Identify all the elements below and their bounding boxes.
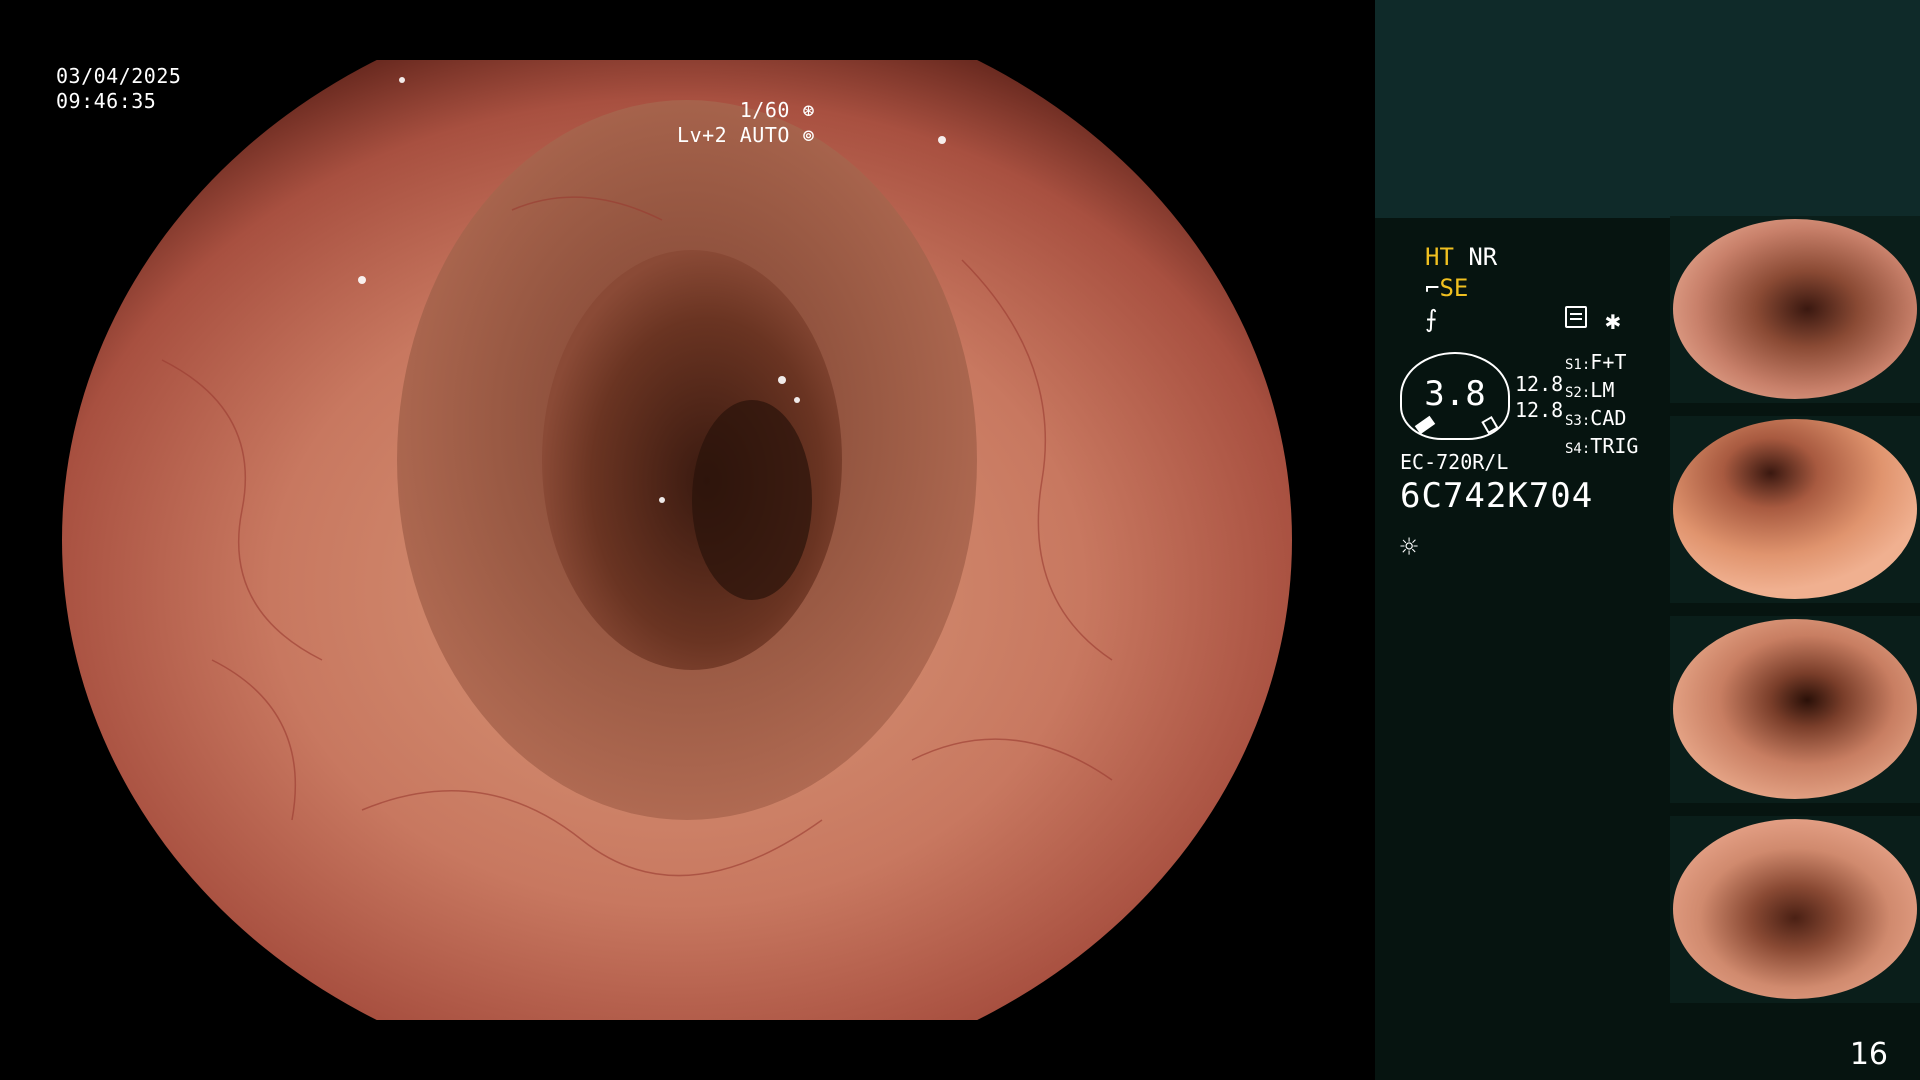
star-icon: ✱ [1605, 306, 1621, 336]
gauge-number-2: 12.8 [1515, 398, 1564, 422]
light-icon: ☼ [1400, 530, 1419, 565]
shutter-text: 1/60 ⊛ [739, 98, 815, 122]
thumbnail-1[interactable] [1670, 216, 1920, 403]
thumbnail-3[interactable] [1670, 616, 1920, 803]
scope-model: EC-720R/L [1400, 450, 1509, 474]
scope-icon: ⌐ [1425, 274, 1440, 302]
scope-setting-s1: S1:F+T [1565, 350, 1627, 374]
thumbnail-2[interactable] [1670, 416, 1920, 603]
endoscopic-image [62, 60, 1292, 1020]
gauge-right-marker [1481, 415, 1499, 435]
gauge: 3.8 [1400, 352, 1510, 440]
panel-header-area [1375, 0, 1920, 218]
scope-setting-s4: S4:TRIG [1565, 434, 1639, 458]
info-panel: HT NR ⌐SE ⨍ ✱ 3.8 12.8 12.8 S1:F+T S2:LM… [1375, 0, 1920, 1080]
ht-nr-row: HT NR [1425, 243, 1497, 271]
endoscope-main-view: 03/04/2025 09:46:35 1/60 ⊛ Lv+2 AUTO ⊚ [0, 0, 1375, 1080]
thumbnail-4[interactable] [1670, 816, 1920, 1003]
scope-setting-s2: S2:LM [1565, 378, 1615, 402]
se-label: SE [1439, 274, 1469, 302]
gauge-number-1: 12.8 [1515, 372, 1564, 396]
time-text: 09:46:35 [56, 89, 157, 113]
gauge-value: 3.8 [1424, 374, 1486, 414]
exposure-info: 1/60 ⊛ Lv+2 AUTO ⊚ [677, 98, 815, 148]
scope-settings-list: S1:F+T S2:LM S3:CAD S4:TRIG [1565, 350, 1638, 462]
thumbnail-strip [1670, 216, 1920, 1016]
se-row: ⌐SE [1425, 274, 1468, 302]
scope-serial: 6C742K704 [1400, 476, 1594, 516]
scope-setting-s3: S3:CAD [1565, 406, 1627, 430]
level-text: Lv+2 AUTO ⊚ [677, 123, 815, 147]
datetime: 03/04/2025 09:46:35 [56, 64, 181, 114]
date-text: 03/04/2025 [56, 64, 182, 88]
settings-list-icon [1565, 306, 1587, 328]
nr-label: NR [1468, 243, 1498, 271]
ht-label: HT [1425, 243, 1454, 271]
f-icon: ⨍ [1425, 305, 1438, 333]
gauge-left-marker [1414, 415, 1436, 435]
page-number: 16 [1849, 1037, 1888, 1072]
